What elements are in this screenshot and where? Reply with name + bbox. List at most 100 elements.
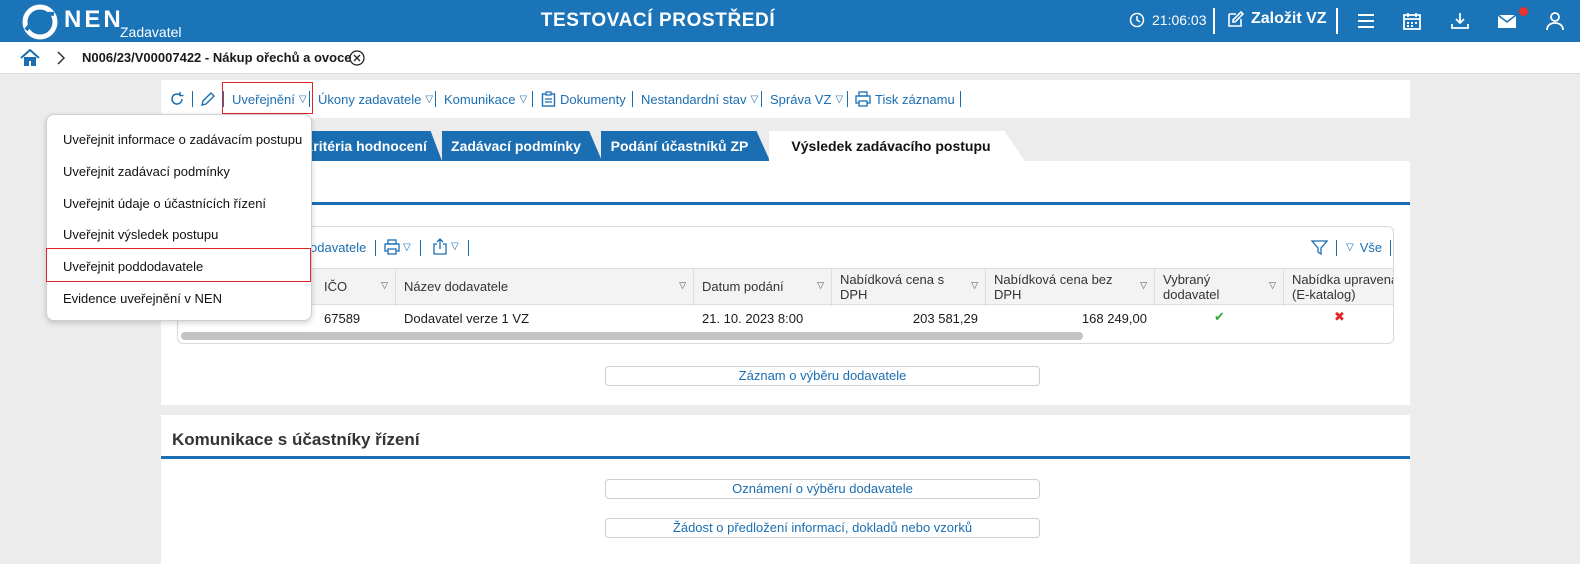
column-filter-icon[interactable]: ▽: [1140, 280, 1147, 291]
header-divider: [1213, 8, 1215, 34]
tab-participant-submissions[interactable]: Podání účastníků ZP: [601, 131, 770, 161]
tab-tender-result-label: Výsledek zadávacího postupu: [791, 138, 991, 154]
breadcrumb-title[interactable]: N006/23/V00007422 - Nákup ořechů a ovoce: [82, 50, 352, 65]
toolbar-divider: [532, 91, 533, 107]
grid-header: IČO ▽ Název dodavatele ▽ Datum podání ▽ …: [178, 268, 1394, 306]
top-bar: NEN Zadavatel TESTOVACÍ PROSTŘEDÍ 21:06:…: [0, 0, 1580, 42]
grid-toolbar-divider: [375, 240, 376, 256]
menu-item-publication-records[interactable]: Evidence uveřejnění v NEN: [63, 291, 222, 306]
column-header-label: Datum podání: [702, 279, 784, 294]
refresh-icon[interactable]: [169, 91, 185, 107]
column-filter-icon[interactable]: ▽: [679, 280, 686, 291]
tab-evaluation-criteria[interactable]: Kritéria hodnocení: [300, 131, 442, 161]
column-filter-icon[interactable]: ▽: [381, 280, 388, 291]
toolbar-divider: [960, 91, 961, 107]
menu-tender-admin[interactable]: Správa VZ ▽: [770, 80, 843, 118]
notification-badge: [1519, 7, 1528, 16]
menu-item-publish-participants[interactable]: Uveřejnit údaje o účastnících řízení: [63, 196, 266, 211]
menu-communication-label: Komunikace: [444, 91, 516, 107]
menu-item-publish-result[interactable]: Uveřejnit výsledek postupu: [63, 227, 218, 242]
mail-icon[interactable]: [1497, 11, 1517, 31]
tab-tender-conditions-label: Zadávací podmínky: [451, 138, 581, 154]
table-row[interactable]: 67589 Dodavatel verze 1 VZ 21. 10. 2023 …: [178, 306, 1393, 331]
menu-nonstandard-state-label: Nestandardní stav: [641, 91, 747, 107]
clipboard-icon: [541, 91, 556, 107]
grid-print-button[interactable]: ▽: [384, 239, 411, 255]
grid-export-button[interactable]: ▽: [432, 238, 459, 255]
filter-icon[interactable]: [1311, 239, 1328, 256]
home-icon[interactable]: [20, 49, 40, 67]
column-header-selected-supplier[interactable]: Vybraný dodavatel ▽: [1155, 269, 1284, 306]
pencil-icon[interactable]: [200, 91, 216, 107]
menu-contracting-actions[interactable]: Úkony zadavatele ▽: [318, 80, 433, 118]
edit-icon: [1228, 10, 1245, 27]
download-icon[interactable]: [1450, 11, 1470, 31]
column-header-ico[interactable]: IČO ▽: [316, 269, 396, 306]
chevron-down-icon: ▽: [835, 93, 844, 105]
checkmark-icon: ✔: [1214, 309, 1225, 324]
clock-value: 21:06:03: [1152, 12, 1207, 28]
chevron-down-icon: ▽: [750, 93, 759, 105]
column-header-offer-modified[interactable]: Nabídka upravena (E-katalog): [1284, 269, 1394, 306]
menu-nonstandard-state[interactable]: Nestandardní stav ▽: [641, 80, 758, 118]
tab-tender-conditions[interactable]: Zadávací podmínky: [442, 131, 602, 161]
menu-documents[interactable]: Dokumenty: [541, 80, 626, 118]
create-tender-button[interactable]: Založit VZ: [1227, 10, 1327, 28]
tab-tender-result[interactable]: Výsledek zadávacího postupu: [769, 131, 1025, 161]
column-header-submission-date[interactable]: Datum podání ▽: [694, 269, 832, 306]
supplier-selection-notice-button[interactable]: Oznámení o výběru dodavatele: [605, 479, 1040, 499]
cell-ico: 67589: [324, 311, 361, 326]
user-icon[interactable]: [1545, 11, 1565, 31]
cell-price-without-vat: 168 249,00: [1081, 311, 1147, 326]
menu-print-record[interactable]: Tisk záznamu: [855, 80, 955, 118]
column-filter-icon[interactable]: ▽: [817, 280, 824, 291]
breadcrumb: N006/23/V00007422 - Nákup ořechů a ovoce: [0, 42, 1580, 74]
horizontal-scrollbar[interactable]: [181, 332, 1083, 340]
chevron-down-icon: ▽: [451, 241, 459, 252]
cross-icon: ✖: [1334, 309, 1345, 324]
chevron-down-icon: ▽: [403, 241, 411, 253]
cell-supplier-name: Dodavatel verze 1 VZ: [404, 311, 530, 326]
menu-tender-admin-label: Správa VZ: [770, 91, 832, 107]
section-divider: [161, 202, 1410, 205]
suppliers-grid: odavatele ▽ ▽ ▽ Vše IČO ▽ Název dodavate…: [177, 226, 1394, 344]
tab-participant-submissions-label: Podání účastníků ZP: [610, 138, 749, 154]
tab-evaluation-criteria-label: Kritéria hodnocení: [303, 138, 427, 154]
grid-toolbar-divider: [420, 240, 421, 256]
column-header-label: Nabídková cena bez DPH: [994, 272, 1113, 302]
column-header-supplier-name[interactable]: Název dodavatele ▽: [396, 269, 694, 306]
grid-toolbar-divider: [1390, 240, 1391, 256]
column-header-price-without-vat[interactable]: Nabídková cena bez DPH ▽: [986, 269, 1155, 306]
section-divider: [161, 456, 1410, 459]
menu-item-publish-procedure-info[interactable]: Uveřejnit informace o zadávacím postupu: [63, 132, 302, 147]
grid-action-suppliers[interactable]: odavatele: [310, 240, 366, 255]
menu-print-record-label: Tisk záznamu: [875, 91, 955, 107]
menu-icon[interactable]: [1356, 11, 1376, 31]
create-tender-label: Založit VZ: [1251, 10, 1327, 27]
column-header-label: IČO: [324, 279, 348, 294]
toolbar-divider: [847, 91, 848, 107]
action-toolbar: Uveřejnění ▽ Úkony zadavatele ▽ Komunika…: [161, 80, 1410, 118]
chevron-right-icon: [57, 51, 66, 65]
column-filter-icon[interactable]: ▽: [1269, 280, 1276, 291]
filter-all-label: Vše: [1359, 240, 1383, 255]
toolbar-divider: [632, 91, 633, 107]
header-divider: [1336, 8, 1338, 34]
supplier-selection-record-button[interactable]: Záznam o výběru dodavatele: [605, 366, 1040, 386]
close-icon[interactable]: [349, 50, 365, 66]
clock-icon: [1129, 12, 1145, 28]
calendar-icon[interactable]: [1402, 11, 1422, 31]
filter-all-dropdown[interactable]: ▽ Vše: [1346, 240, 1382, 255]
menu-item-publish-tender-conditions[interactable]: Uveřejnit zadávací podmínky: [63, 164, 230, 179]
chevron-down-icon: ▽: [1346, 242, 1354, 253]
toolbar-divider: [435, 91, 436, 107]
publishing-dropdown-menu: Uveřejnit informace o zadávacím postupu …: [46, 114, 312, 321]
chevron-down-icon: ▽: [519, 93, 528, 105]
information-request-button[interactable]: Žádost o předložení informací, dokladů n…: [605, 518, 1040, 538]
menu-communication[interactable]: Komunikace ▽: [444, 80, 527, 118]
column-filter-icon[interactable]: ▽: [971, 280, 978, 291]
session-clock: 21:06:03: [1129, 12, 1207, 28]
column-header-label: Nabídka upravena (E-katalog): [1292, 272, 1394, 302]
menu-documents-label: Dokumenty: [560, 91, 626, 107]
column-header-price-with-vat[interactable]: Nabídková cena s DPH ▽: [832, 269, 986, 306]
